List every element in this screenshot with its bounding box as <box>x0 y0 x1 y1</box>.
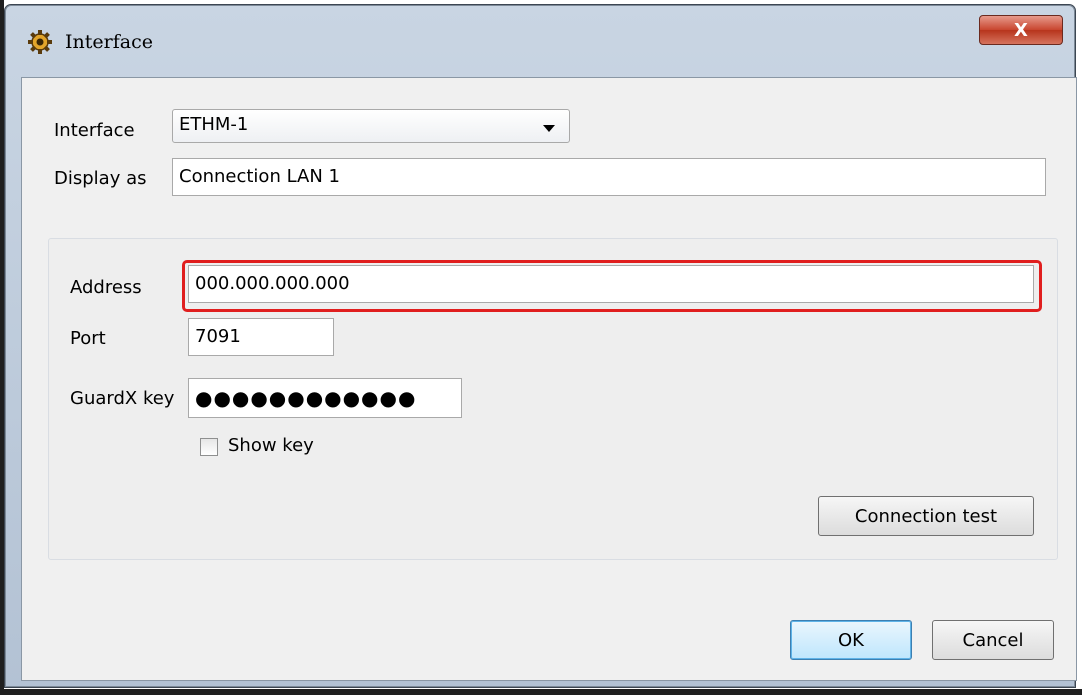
cancel-button[interactable]: Cancel <box>932 620 1054 660</box>
address-highlight <box>182 260 1042 312</box>
display-as-label: Display as <box>54 168 147 189</box>
ok-label: OK <box>838 629 864 651</box>
interface-dialog: Interface X Interface ETHM-1 Display as … <box>4 4 1077 688</box>
guardx-key-label: GuardX key <box>70 388 175 409</box>
title-bar[interactable] <box>5 5 1075 49</box>
connection-test-label: Connection test <box>854 505 998 527</box>
cancel-label: Cancel <box>962 629 1024 651</box>
interface-select[interactable]: ETHM-1 <box>172 109 570 143</box>
dialog-body: Interface ETHM-1 Display as Connection L… <box>21 77 1077 681</box>
ok-button[interactable]: OK <box>790 620 912 660</box>
show-key-checkbox[interactable] <box>200 438 218 456</box>
interface-label: Interface <box>54 120 135 141</box>
display-as-field[interactable]: Connection LAN 1 <box>172 158 1046 196</box>
show-key-label[interactable]: Show key <box>228 435 314 456</box>
window-title: Interface <box>65 31 153 53</box>
chevron-down-icon <box>543 125 555 132</box>
close-icon: X <box>1014 19 1028 41</box>
gear-icon <box>28 30 52 54</box>
port-label: Port <box>70 328 106 349</box>
port-field[interactable]: 7091 <box>188 318 334 356</box>
interface-selected-value: ETHM-1 <box>179 114 249 135</box>
close-button[interactable]: X <box>979 15 1063 45</box>
address-label: Address <box>70 277 142 298</box>
screen-edge-bottom <box>0 689 1082 695</box>
guardx-key-field[interactable]: ●●●●●●●●●●●● <box>188 378 462 418</box>
connection-test-button[interactable]: Connection test <box>818 496 1034 536</box>
